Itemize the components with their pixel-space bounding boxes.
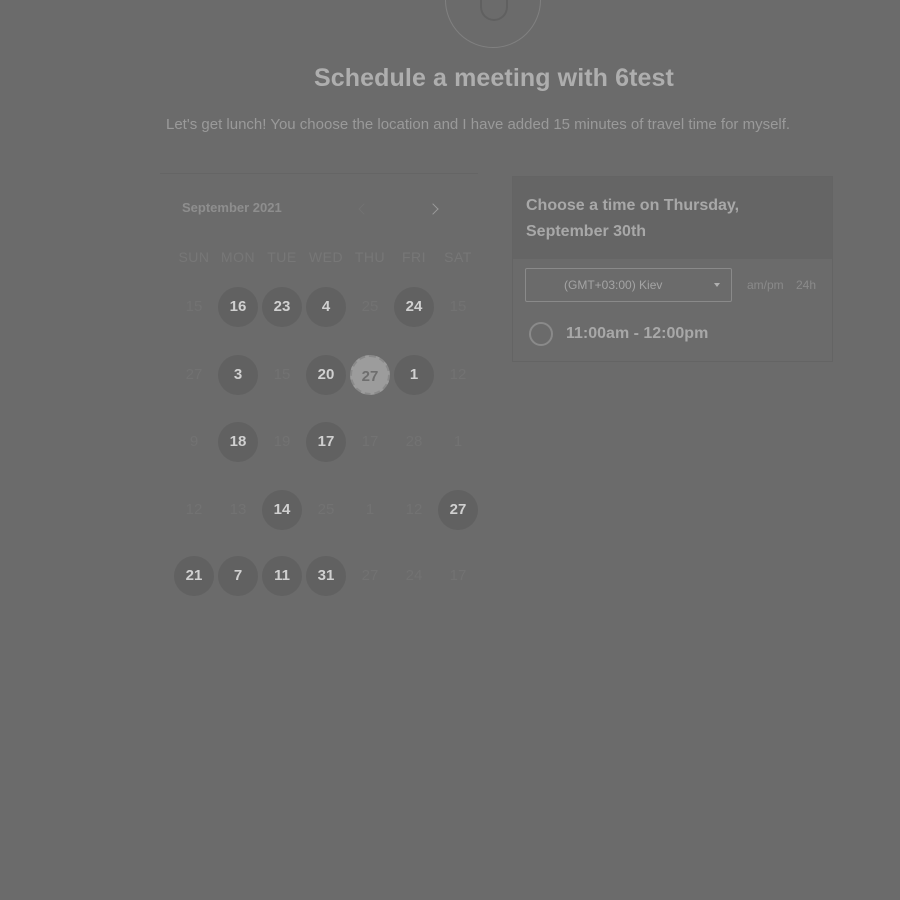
calendar-day: 15: [185, 298, 203, 315]
calendar-day: 1: [365, 501, 375, 518]
logo-mark-icon: [480, 0, 508, 21]
time-slot-label: 11:00am - 12:00pm: [566, 325, 709, 342]
weekday-label: SUN: [178, 249, 210, 265]
calendar-day[interactable]: 31: [306, 556, 346, 596]
chevron-right-icon[interactable]: [428, 202, 440, 216]
calendar-day: 19: [273, 433, 291, 450]
calendar-day: 1: [453, 433, 463, 450]
calendar-day-selected[interactable]: 27: [350, 355, 390, 395]
format-24h-toggle[interactable]: 24h: [796, 278, 816, 292]
page-subtitle: Let's get lunch! You choose the location…: [166, 116, 791, 133]
timezone-value: (GMT+03:00) Kiev: [564, 278, 663, 292]
calendar-day[interactable]: 16: [218, 287, 258, 327]
time-panel-heading: Choose a time on Thursday, September 30t…: [526, 197, 740, 240]
time-slot[interactable]: 11:00am - 12:00pm: [529, 320, 819, 348]
calendar-day: 12: [405, 501, 423, 518]
page-title: Schedule a meeting with 6test: [314, 64, 674, 92]
scheduling-page: Schedule a meeting with 6test Let's get …: [0, 0, 900, 900]
calendar-day: 25: [317, 501, 335, 518]
calendar-day: 9: [189, 433, 199, 450]
calendar-day[interactable]: 24: [394, 287, 434, 327]
weekday-label: WED: [308, 249, 344, 265]
calendar-day[interactable]: 21: [174, 556, 214, 596]
weekday-label: TUE: [267, 249, 297, 265]
calendar-day: 17: [449, 567, 467, 584]
calendar-day[interactable]: 3: [218, 355, 258, 395]
calendar-day[interactable]: 11: [262, 556, 302, 596]
radio-icon[interactable]: [529, 322, 553, 346]
calendar-day: 15: [449, 298, 467, 315]
time-panel-header: Choose a time on Thursday, September 30t…: [513, 177, 832, 259]
calendar-day: 13: [229, 501, 247, 518]
calendar-day[interactable]: 20: [306, 355, 346, 395]
time-panel: Choose a time on Thursday, September 30t…: [512, 176, 833, 362]
weekday-label: SAT: [444, 249, 472, 265]
caret-down-icon: [714, 283, 720, 287]
weekday-label: THU: [354, 249, 386, 265]
calendar-day: 27: [185, 366, 203, 383]
calendar-day: 27: [361, 567, 379, 584]
calendar-day: 28: [405, 433, 423, 450]
calendar-day[interactable]: 18: [218, 422, 258, 462]
calendar-day: 12: [185, 501, 203, 518]
calendar-month-label: September 2021: [182, 200, 282, 215]
calendar-day: 12: [449, 366, 467, 383]
format-ampm-toggle[interactable]: am/pm: [747, 278, 784, 292]
weekday-label: FRI: [401, 249, 427, 265]
avatar-logo: [445, 0, 541, 48]
calendar-day[interactable]: 23: [262, 287, 302, 327]
calendar-day[interactable]: 14: [262, 490, 302, 530]
calendar-day[interactable]: 4: [306, 287, 346, 327]
chevron-left-icon[interactable]: [356, 202, 368, 216]
calendar-day: 17: [361, 433, 379, 450]
calendar-day[interactable]: 27: [438, 490, 478, 530]
calendar-day: 24: [405, 567, 423, 584]
calendar: September 2021 SUN MON TUE WED THU FRI SAT 15 1…: [160, 173, 478, 604]
calendar-day: 15: [273, 366, 291, 383]
calendar-day[interactable]: 17: [306, 422, 346, 462]
weekday-label: MON: [220, 249, 256, 265]
calendar-day[interactable]: 7: [218, 556, 258, 596]
timezone-select[interactable]: (GMT+03:00) Kiev: [525, 268, 732, 302]
calendar-day[interactable]: 1: [394, 355, 434, 395]
calendar-day: 25: [361, 298, 379, 315]
